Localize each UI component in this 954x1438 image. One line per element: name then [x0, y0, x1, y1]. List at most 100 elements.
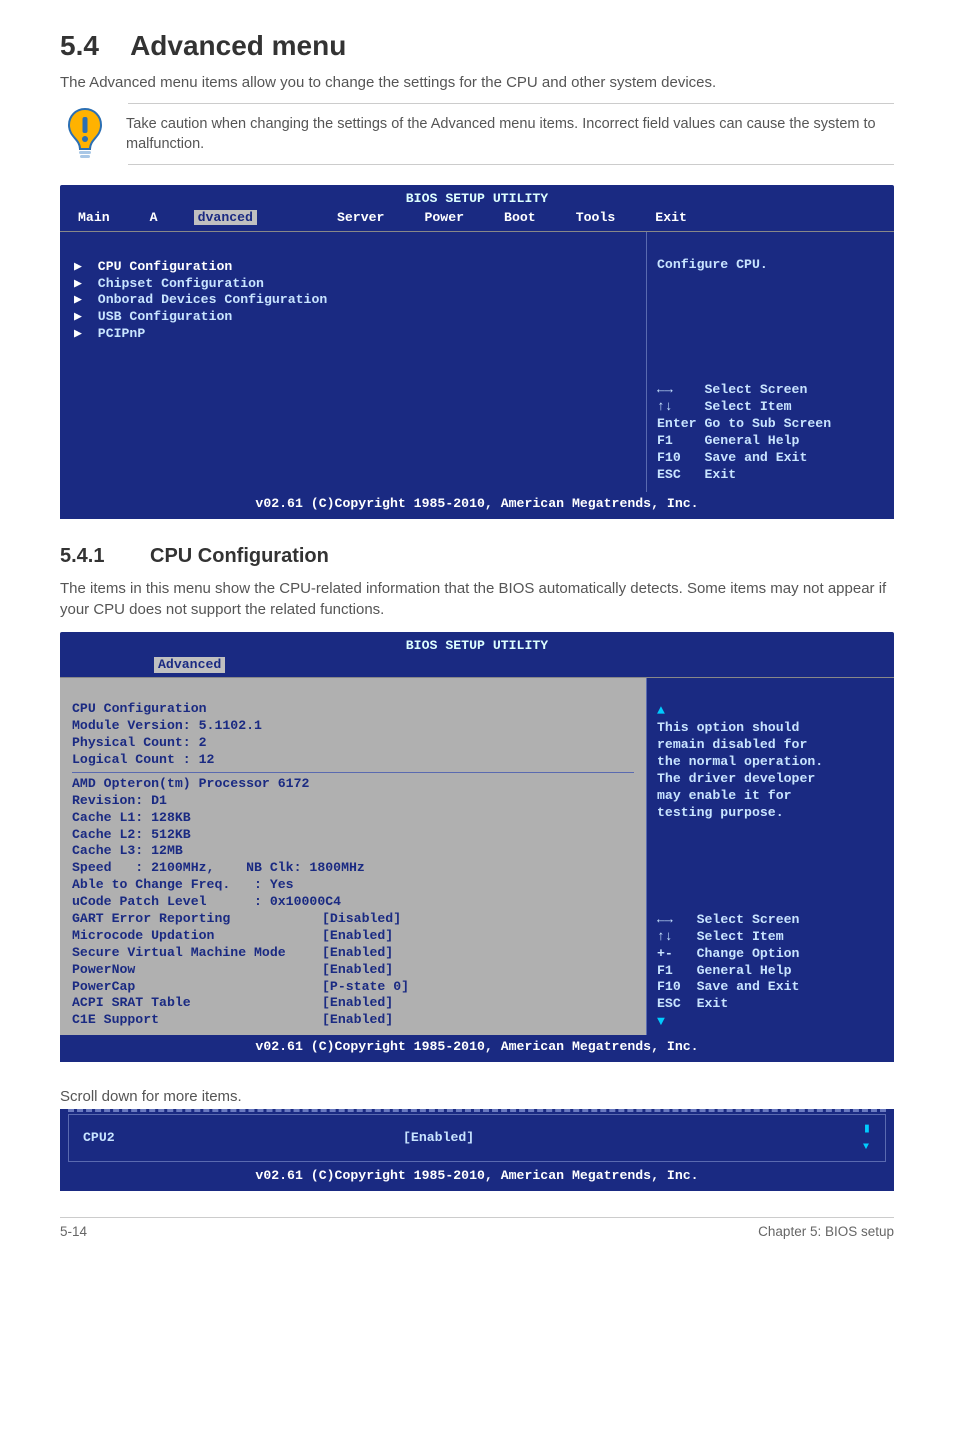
bios3-item-val: [Enabled]: [403, 1130, 474, 1147]
bios2-set-6-val[interactable]: [Enabled]: [322, 1012, 393, 1027]
caution-text: Take caution when changing the settings …: [126, 108, 894, 161]
nav2-lbl-esc: Exit: [697, 996, 729, 1011]
nav-key-lr: ←→: [657, 382, 673, 397]
menu-server[interactable]: Server: [337, 210, 384, 227]
menu-power[interactable]: Power: [424, 210, 464, 227]
divider: [72, 772, 634, 773]
bios2-help-3: The driver developer: [657, 771, 815, 786]
bios2-help-0: This option should: [657, 720, 799, 735]
bios2-set-4-val[interactable]: [P-state 0]: [322, 979, 409, 994]
bios2-info-0: Module Version: 5.1102.1: [72, 718, 262, 733]
subsection-name: CPU Configuration: [150, 545, 329, 567]
menu-tools[interactable]: Tools: [576, 210, 616, 227]
nav2-key-lr: ←→: [657, 912, 673, 927]
nav-key-f10: F10: [657, 450, 681, 465]
caution-icon: [60, 105, 110, 163]
bios1-help-panel: Configure CPU. ←→ Select Screen ↑↓ Selec…: [646, 232, 894, 492]
bios2-set-5-name[interactable]: ACPI SRAT Table: [72, 995, 322, 1012]
bios2-set-0-val[interactable]: [Disabled]: [322, 911, 401, 926]
bios2-tab-advanced[interactable]: Advanced: [154, 657, 225, 674]
scroll-up-icon[interactable]: ▲: [657, 703, 665, 718]
bios1-item-3[interactable]: USB Configuration: [98, 309, 233, 324]
bios3-item-name: CPU2: [83, 1130, 403, 1147]
nav2-lbl-lr: Select Screen: [697, 912, 800, 927]
bios2-proc-5: Speed : 2100MHz, NB Clk: 1800MHz: [72, 860, 365, 875]
nav-lbl-ud: Select Item: [704, 399, 791, 414]
nav-lbl-f1: General Help: [704, 433, 799, 448]
section-number: 5.4: [60, 30, 99, 61]
bios1-item-2[interactable]: Onborad Devices Configuration: [98, 292, 328, 307]
nav2-lbl-pm: Change Option: [697, 946, 800, 961]
bios2-proc-6: Able to Change Freq. : Yes: [72, 877, 294, 892]
bios2-set-0-name[interactable]: GART Error Reporting: [72, 911, 322, 928]
nav2-lbl-ud: Select Item: [697, 929, 784, 944]
bios3-scroll-icon[interactable]: ▮▼: [863, 1121, 871, 1155]
bios2-help-panel: ▲ This option should remain disabled for…: [646, 678, 894, 1035]
bios1-title: BIOS SETUP UTILITY: [60, 185, 894, 208]
bios-screen-advanced-menu: BIOS SETUP UTILITY Main Advanced Server …: [60, 185, 894, 519]
bios1-item-0[interactable]: CPU Configuration: [98, 259, 233, 274]
bios2-proc-4: Cache L3: 12MB: [72, 843, 183, 858]
bios2-help-2: the normal operation.: [657, 754, 823, 769]
nav-lbl-enter: Go to Sub Screen: [705, 416, 832, 431]
bios1-help-text: Configure CPU.: [657, 257, 768, 272]
bios2-set-1-val[interactable]: [Enabled]: [322, 928, 393, 943]
bios2-proc-3: Cache L2: 512KB: [72, 827, 191, 842]
menu-exit[interactable]: Exit: [655, 210, 687, 227]
menu-boot[interactable]: Boot: [504, 210, 536, 227]
menu-main[interactable]: Main: [78, 210, 110, 227]
section-title: 5.4 Advanced menu: [60, 30, 894, 62]
nav-lbl-f10: Save and Exit: [705, 450, 808, 465]
intro-text: The Advanced menu items allow you to cha…: [60, 72, 894, 93]
bios2-set-4-name[interactable]: PowerCap: [72, 979, 322, 996]
menu-advanced[interactable]: Advanced: [150, 210, 297, 227]
section-name: Advanced menu: [130, 30, 346, 61]
page-number: 5-14: [60, 1224, 87, 1239]
bios2-menubar: Advanced: [60, 655, 894, 678]
bios2-set-1-name[interactable]: Microcode Updation: [72, 928, 322, 945]
dashed-top-border: [68, 1109, 886, 1112]
bios2-set-2-name[interactable]: Secure Virtual Machine Mode: [72, 945, 322, 962]
bios3-footer: v02.61 (C)Copyright 1985-2010, American …: [60, 1164, 894, 1191]
bios2-proc-2: Cache L1: 128KB: [72, 810, 191, 825]
bios2-set-6-name[interactable]: C1E Support: [72, 1012, 322, 1029]
menu-advanced-prefix: A: [150, 210, 158, 225]
scroll-note: Scroll down for more items.: [60, 1088, 894, 1105]
bios2-proc-1: Revision: D1: [72, 793, 167, 808]
page-footer: 5-14 Chapter 5: BIOS setup: [60, 1217, 894, 1239]
bios2-set-2-val[interactable]: [Enabled]: [322, 945, 393, 960]
bios2-help-5: testing purpose.: [657, 805, 784, 820]
nav-lbl-lr: Select Screen: [704, 382, 807, 397]
nav2-key-f1: F1: [657, 963, 673, 978]
bios2-footer: v02.61 (C)Copyright 1985-2010, American …: [60, 1035, 894, 1062]
menu-advanced-sel: dvanced: [194, 210, 257, 225]
bios1-item-4[interactable]: PCIPnP: [98, 326, 145, 341]
nav-lbl-esc: Exit: [705, 467, 737, 482]
bios3-row[interactable]: CPU2 [Enabled] ▮▼: [68, 1114, 886, 1162]
nav-key-enter: Enter: [657, 416, 697, 431]
bios1-footer: v02.61 (C)Copyright 1985-2010, American …: [60, 492, 894, 519]
nav2-key-ud: ↑↓: [657, 929, 673, 944]
bios2-info-1: Physical Count: 2: [72, 735, 207, 750]
bios2-help-4: may enable it for: [657, 788, 792, 803]
bios-screen-scroll-fragment: CPU2 [Enabled] ▮▼ v02.61 (C)Copyright 19…: [60, 1109, 894, 1191]
nav-key-esc: ESC: [657, 467, 681, 482]
subsection-title: 5.4.1CPU Configuration: [60, 545, 894, 568]
nav2-lbl-f10: Save and Exit: [697, 979, 800, 994]
bios2-set-3-name[interactable]: PowerNow: [72, 962, 322, 979]
bios1-item-1[interactable]: Chipset Configuration: [98, 276, 264, 291]
nav-key-f1: F1: [657, 433, 673, 448]
bios2-main-panel: CPU Configuration Module Version: 5.1102…: [60, 678, 646, 1035]
scroll-down-icon[interactable]: ▼: [657, 1014, 665, 1031]
bios2-proc-0: AMD Opteron(tm) Processor 6172: [72, 776, 309, 791]
bios2-proc-7: uCode Patch Level : 0x10000C4: [72, 894, 341, 909]
bios2-nav-block: ←→ Select Screen ↑↓ Select Item +- Chang…: [657, 895, 799, 1013]
bios2-set-3-val[interactable]: [Enabled]: [322, 962, 393, 977]
nav2-key-f10: F10: [657, 979, 681, 994]
bios-screen-cpu-config: BIOS SETUP UTILITY Advanced CPU Configur…: [60, 632, 894, 1062]
nav-key-ud: ↑↓: [657, 399, 673, 414]
bios1-menubar: Main Advanced Server Power Boot Tools Ex…: [60, 208, 894, 231]
bios2-title: BIOS SETUP UTILITY: [60, 632, 894, 655]
subsection-intro: The items in this menu show the CPU-rela…: [60, 578, 894, 620]
bios2-set-5-val[interactable]: [Enabled]: [322, 995, 393, 1010]
